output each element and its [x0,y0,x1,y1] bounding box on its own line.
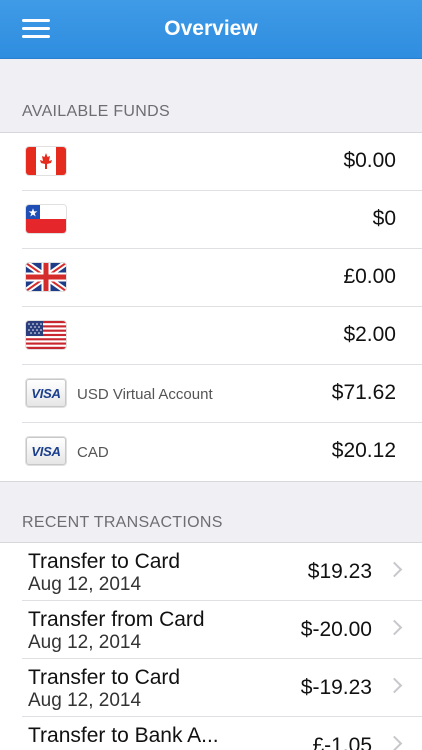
visa-card-icon: VISA [26,437,66,465]
fund-amount: £0.00 [343,265,396,288]
visa-card-icon: VISA [26,379,66,407]
fund-row-gbp-flag[interactable]: £0.00 [22,249,422,307]
transaction-amount: $-19.23 [300,676,372,699]
fund-amount: $20.12 [331,439,396,462]
chevron-right-icon [386,677,403,694]
chevron-right-icon [386,561,403,578]
transaction-row[interactable]: Transfer from Card Aug 12, 2014 $-20.00 [22,601,422,659]
page-title: Overview [164,17,258,40]
chile-flag-icon [26,205,66,233]
fund-amount: $0 [372,207,396,230]
fund-row-usd-virtual-account[interactable]: VISA USD Virtual Account $71.62 [22,365,422,423]
uk-flag-icon [26,263,66,291]
fund-amount: $2.00 [343,323,396,346]
transaction-amount: $19.23 [307,560,372,583]
transaction-row[interactable]: Transfer to Card Aug 12, 2014 $-19.23 [22,659,422,717]
fund-row-cad-flag[interactable]: $0.00 [22,133,422,191]
transaction-date: Aug 12, 2014 [28,690,142,711]
fund-name: USD Virtual Account [77,386,213,403]
fund-name: CAD [77,444,109,461]
transaction-title: Transfer to Card [28,550,181,573]
nav-bar: Overview [0,0,422,59]
transaction-date: Aug 12, 2014 [28,632,142,653]
funds-list: $0.00 $0 £0.00 $2.00 VISA USD Virtual Ac… [0,132,422,482]
chevron-right-icon [386,619,403,636]
transaction-title: Transfer from Card [28,608,205,631]
recent-transactions-label: RECENT TRANSACTIONS [22,514,223,531]
transaction-title: Transfer to Card [28,666,181,689]
transaction-amount: $-20.00 [300,618,372,641]
fund-amount: $71.62 [331,381,396,404]
chevron-right-icon [386,735,403,750]
canada-flag-icon [26,147,66,175]
transaction-date: Aug 12, 2014 [28,574,142,595]
transactions-list: Transfer to Card Aug 12, 2014 $19.23 Tra… [0,542,422,750]
transaction-amount: £-1.05 [312,734,372,750]
transaction-title: Transfer to Bank A... [28,724,219,747]
available-funds-label: AVAILABLE FUNDS [22,103,170,120]
fund-amount: $0.00 [343,149,396,172]
fund-row-usd-flag[interactable]: $2.00 [22,307,422,365]
usa-flag-icon [26,321,66,349]
transaction-row[interactable]: Transfer to Card Aug 12, 2014 $19.23 [22,543,422,601]
transaction-row[interactable]: Transfer to Bank A... £-1.05 [22,717,422,750]
fund-row-clp-flag[interactable]: $0 [22,191,422,249]
fund-row-cad-card[interactable]: VISA CAD $20.12 [22,423,422,481]
